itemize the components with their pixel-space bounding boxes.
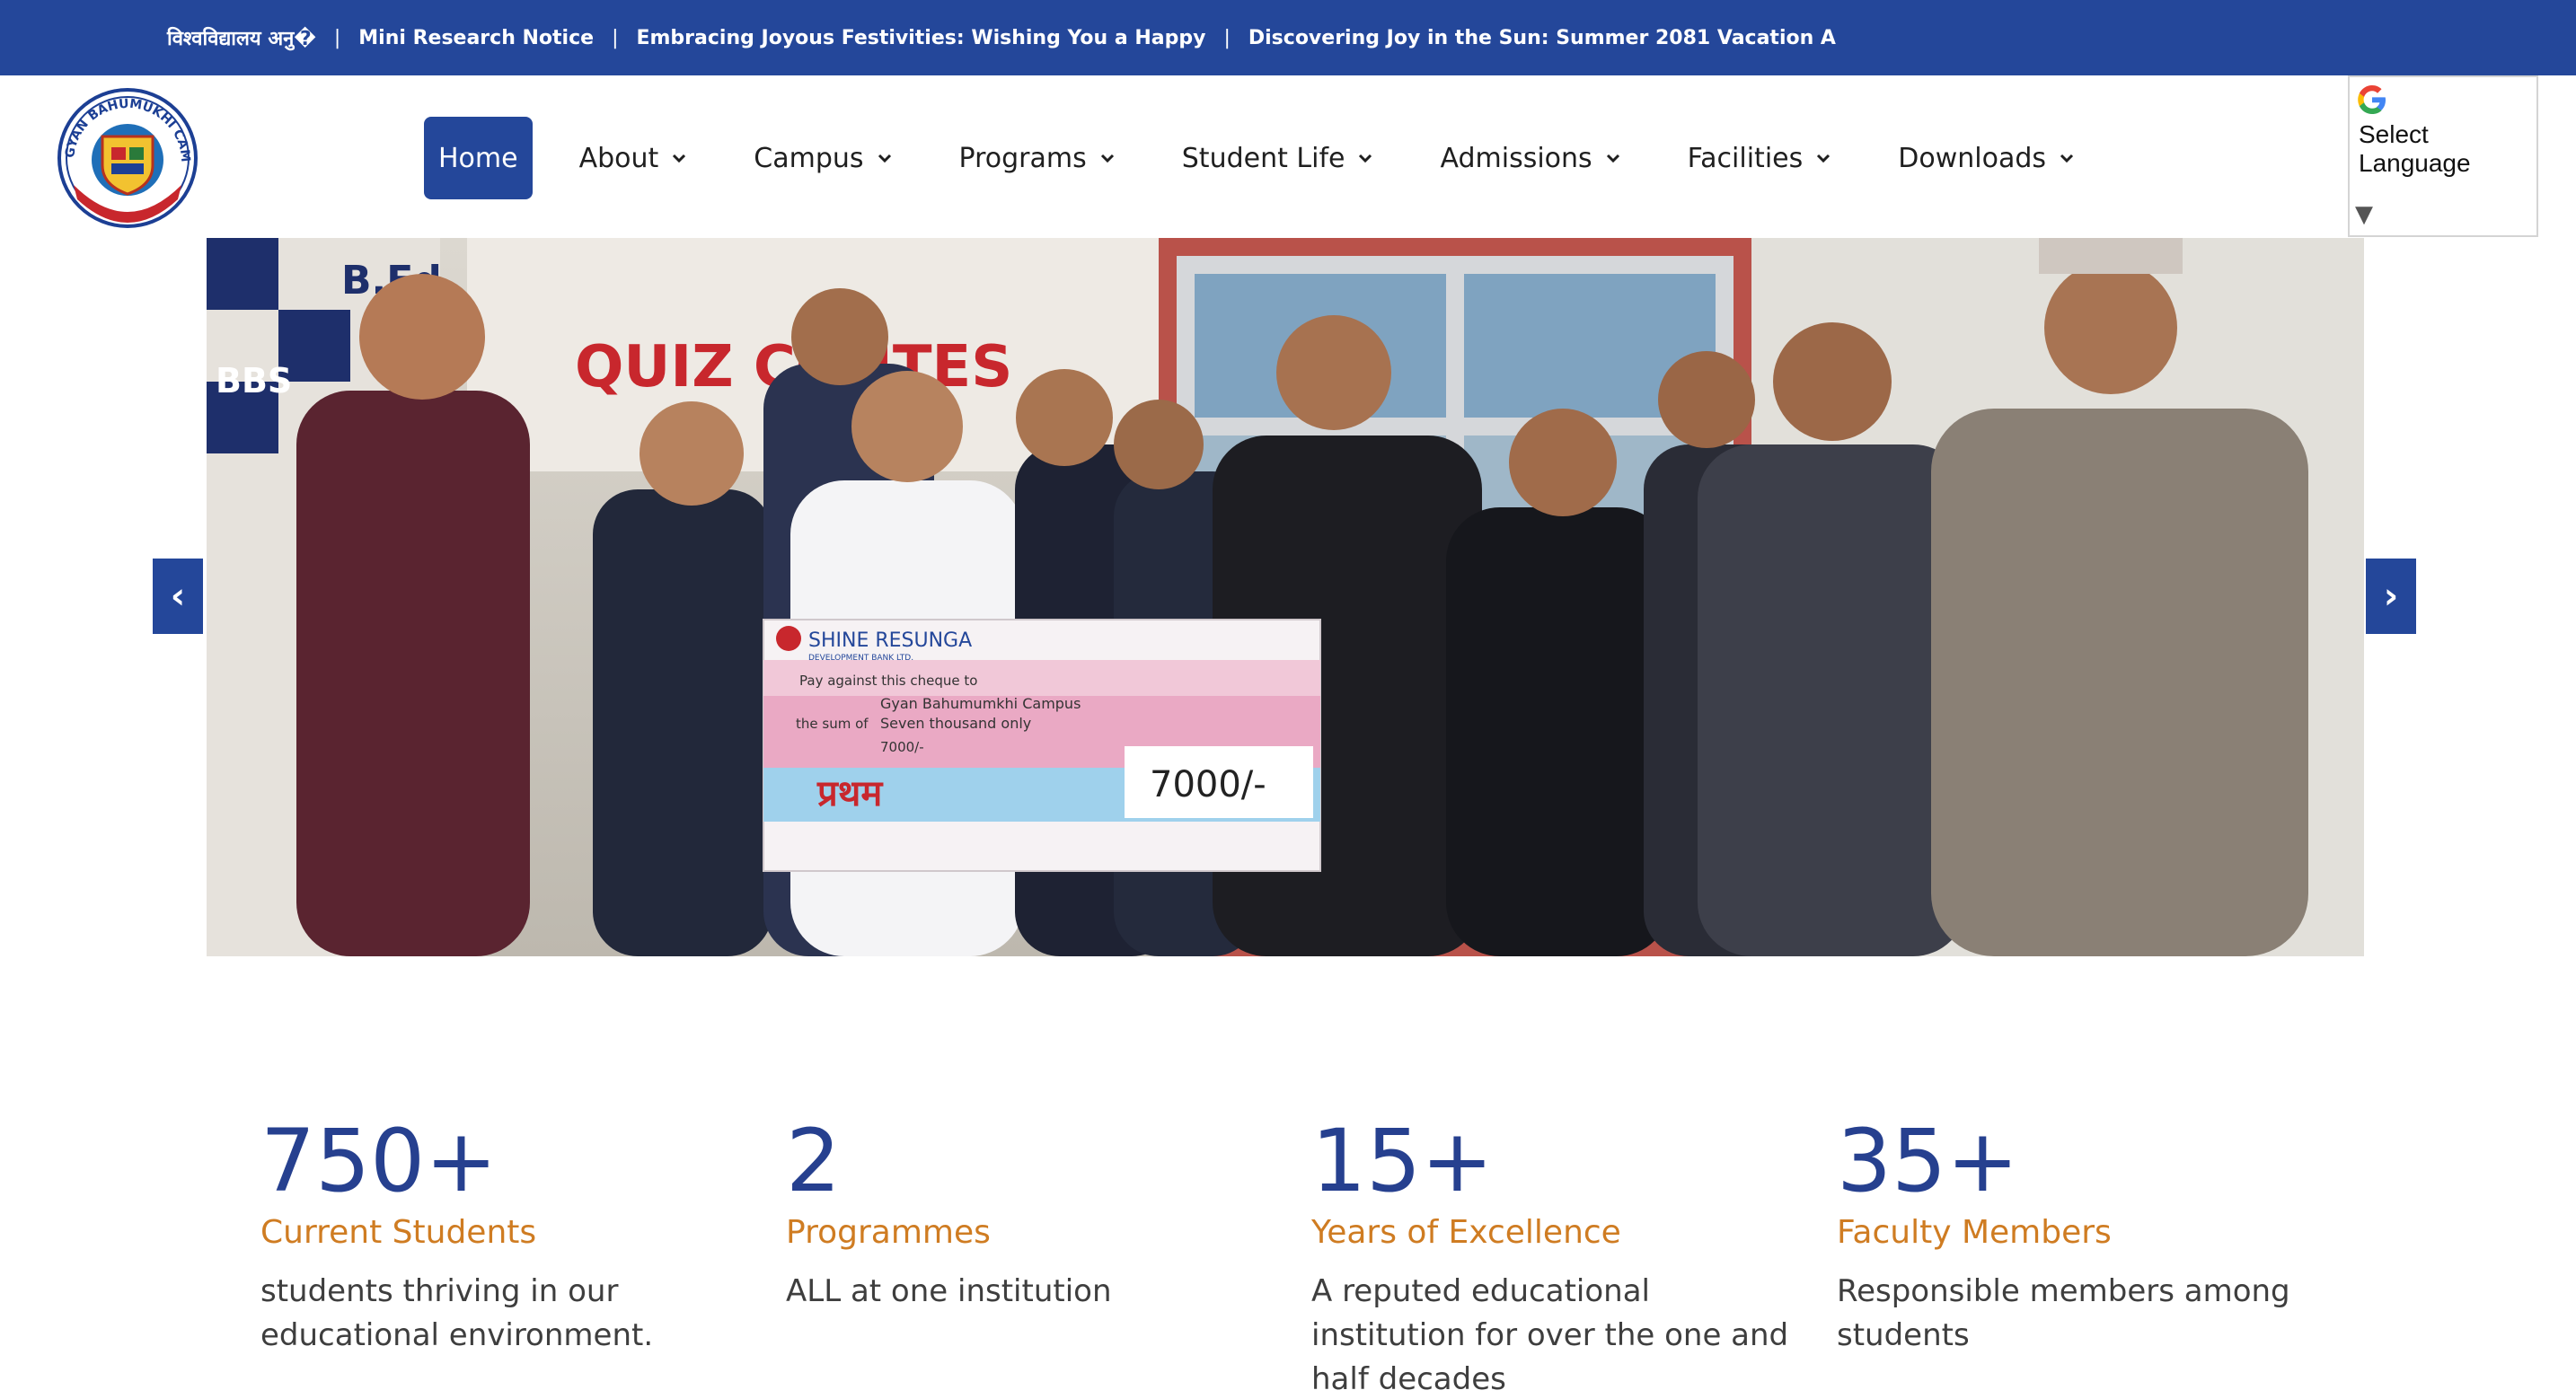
stat-number: 35+ (1837, 1111, 2019, 1211)
stat-number: 750+ (260, 1111, 498, 1211)
stat-number: 2 (786, 1111, 842, 1211)
main-nav: Home About Campus Programs Student Life … (424, 117, 2127, 199)
stat-card-students: 750+ Current Students students thriving … (260, 1112, 745, 1358)
cheque-line: Pay against this cheque to (799, 673, 977, 689)
campus-logo[interactable]: GYAN BAHUMUKHI CAMPUS KOHALPUR-11, BANKE (41, 68, 208, 233)
stat-title: Current Students (260, 1214, 537, 1251)
chevron-down-icon (1098, 148, 1117, 168)
nav-home-label: Home (438, 142, 518, 174)
nav-home[interactable]: Home (424, 117, 533, 199)
nav-facilities-label: Facilities (1687, 142, 1804, 174)
cheque-sum-label: the sum of (796, 716, 869, 732)
banner-bbs-text: BBS (216, 361, 292, 400)
slider-prev-button[interactable]: ‹ (153, 559, 203, 634)
nav-about-label: About (578, 142, 659, 174)
nav-student-life-label: Student Life (1181, 142, 1345, 174)
chevron-down-icon (1603, 148, 1623, 168)
news-ticker: विश्वविद्यालय अनु� | Mini Research Notic… (0, 0, 2576, 75)
dropdown-arrow-icon: ▼ (2355, 201, 2373, 228)
ticker-item[interactable]: Discovering Joy in the Sun: Summer 2081 … (1248, 27, 1836, 49)
ticker-item[interactable]: Embracing Joyous Festivities: Wishing Yo… (636, 27, 1205, 49)
site-header: GYAN BAHUMUKHI CAMPUS KOHALPUR-11, BANKE… (0, 68, 2576, 237)
stat-description: ALL at one institution (786, 1273, 1112, 1309)
stat-title: Programmes (786, 1214, 991, 1251)
cheque-amount-small: 7000/- (880, 739, 924, 755)
stat-description: Responsible members among students (1837, 1273, 2290, 1353)
nav-facilities[interactable]: Facilities (1673, 117, 1848, 199)
stat-card-programmes: 2 Programmes ALL at one institution (786, 1112, 1271, 1314)
nav-downloads-label: Downloads (1898, 142, 2047, 174)
chevron-down-icon (875, 148, 895, 168)
nav-campus-label: Campus (754, 142, 864, 174)
stat-description: students thriving in our educational env… (260, 1273, 654, 1353)
cheque-bank-sub: DEVELOPMENT BANK LTD. (808, 654, 913, 663)
chevron-down-icon (1813, 148, 1833, 168)
nav-programs-label: Programs (958, 142, 1087, 174)
cheque-bank-name: SHINE RESUNGA (808, 629, 972, 652)
stat-description: A reputed educational institution for ov… (1311, 1273, 1789, 1397)
cheque-rank: प्रथम (816, 773, 884, 814)
nav-admissions-label: Admissions (1440, 142, 1592, 174)
nav-campus[interactable]: Campus (739, 117, 908, 199)
google-icon (2355, 83, 2389, 117)
slider-next-button[interactable]: › (2366, 559, 2416, 634)
ticker-separator: | (1223, 26, 1231, 49)
cheque-sum: Seven thousand only (880, 715, 1031, 732)
stat-title: Faculty Members (1837, 1214, 2112, 1251)
ticker-separator: | (333, 26, 341, 49)
ticker-separator: | (612, 26, 619, 49)
chevron-down-icon (1355, 148, 1375, 168)
nav-programs[interactable]: Programs (945, 117, 1132, 199)
cheque-amount: 7000/- (1150, 764, 1266, 805)
chevron-down-icon (2057, 148, 2077, 168)
chevron-down-icon (669, 148, 689, 168)
stat-title: Years of Excellence (1311, 1214, 1621, 1251)
group-photo: B.Ed. BBS QUIZ CONTES (207, 238, 2364, 956)
language-selector[interactable]: Select Language ▼ (2348, 75, 2538, 237)
hero-slider: B.Ed. BBS QUIZ CONTES (207, 238, 2364, 956)
stat-card-faculty: 35+ Faculty Members Responsible members … (1837, 1112, 2322, 1358)
language-label: Select Language (2359, 120, 2471, 177)
ticker-item[interactable]: Mini Research Notice (358, 27, 594, 49)
nav-downloads[interactable]: Downloads (1883, 117, 2091, 199)
ticker-item[interactable]: विश्वविद्यालय अनु� (167, 24, 316, 51)
nav-about[interactable]: About (565, 117, 704, 199)
nav-admissions[interactable]: Admissions (1425, 117, 1636, 199)
stat-number: 15+ (1311, 1111, 1494, 1211)
cheque-payee: Gyan Bahumumkhi Campus (880, 695, 1081, 712)
stat-card-years: 15+ Years of Excellence A reputed educat… (1311, 1112, 1796, 1399)
nav-student-life[interactable]: Student Life (1168, 117, 1390, 199)
